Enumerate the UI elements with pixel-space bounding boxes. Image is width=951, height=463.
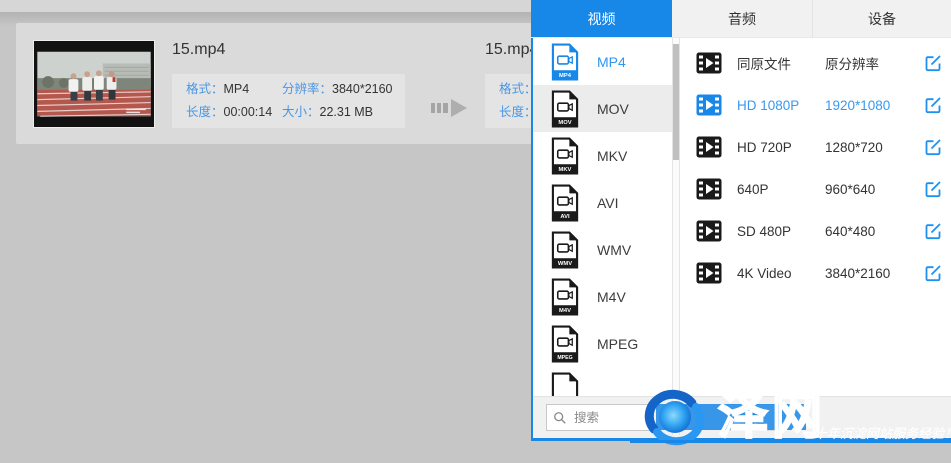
svg-text:MOV: MOV: [558, 120, 571, 126]
format-item-label: MOV: [597, 101, 629, 117]
video-thumbnail: [33, 40, 155, 128]
format-item-m4v[interactable]: M4V M4V: [533, 273, 672, 320]
source-format: 格式：MP4: [186, 78, 282, 101]
source-size: 大小：22.31 MB: [282, 101, 405, 124]
size-label: 大小：: [282, 105, 320, 119]
duration-value: 00:00:14: [224, 105, 273, 119]
film-icon: [696, 94, 722, 116]
format-item-label: AVI: [597, 195, 619, 211]
duration-label: 长度：: [186, 105, 224, 119]
resolution-value: 3840*2160: [825, 266, 917, 281]
scrollbar-thumb[interactable]: [673, 44, 679, 160]
format-item-label: M4V: [597, 289, 626, 305]
resolution-name: HD 720P: [737, 140, 825, 155]
source-resolution: 分辨率：3840*2160: [282, 78, 405, 101]
edit-icon[interactable]: [923, 137, 943, 157]
resolution-list: 同原文件 原分辨率 HD 1080P 1920*1080: [680, 38, 951, 396]
output-format-panel: 视频 音频 设备 MP4 MP4: [531, 0, 951, 441]
resolution-value: 1280*720: [825, 140, 917, 155]
tab-audio[interactable]: 音频: [672, 0, 812, 37]
svg-text:MP4: MP4: [559, 73, 572, 79]
mpeg-file-icon: MPEG: [550, 324, 580, 364]
edit-icon[interactable]: [923, 221, 943, 241]
confirm-button[interactable]: 确定: [726, 404, 778, 431]
source-file-name: 15.mp4: [172, 41, 225, 59]
search-icon: [553, 411, 567, 425]
mov-file-icon: MOV: [550, 89, 580, 129]
convert-arrow-icon: [430, 97, 470, 119]
source-file-info: 格式：MP4 分辨率：3840*2160 长度：00:00:14 大小：22.3…: [172, 74, 405, 128]
format-item-label: MP4: [597, 54, 626, 70]
svg-text:WMV: WMV: [558, 261, 572, 267]
source-duration: 长度：00:00:14: [186, 101, 282, 124]
resolution-value: 1920*1080: [825, 98, 917, 113]
tab-device[interactable]: 设备: [812, 0, 951, 37]
tab-video[interactable]: 视频: [531, 0, 672, 37]
mp4-file-icon: MP4: [550, 42, 580, 82]
resolution-option-4k[interactable]: 4K Video 3840*2160: [680, 252, 951, 294]
format-item-label: MPEG: [597, 336, 638, 352]
svg-text:MPEG: MPEG: [557, 355, 572, 361]
resolution-value: 640*480: [825, 224, 917, 239]
format-item-wmv[interactable]: WMV WMV: [533, 226, 672, 273]
resolution-name: 同原文件: [737, 53, 825, 73]
format-item-mkv[interactable]: MKV MKV: [533, 132, 672, 179]
wmv-file-icon: WMV: [550, 230, 580, 270]
svg-text:MKV: MKV: [559, 167, 572, 173]
search-input[interactable]: [572, 410, 646, 426]
format-item-mpeg[interactable]: MPEG MPEG: [533, 320, 672, 367]
resolution-option-hd720p[interactable]: HD 720P 1280*720: [680, 126, 951, 168]
format-search[interactable]: [546, 404, 654, 431]
panel-bottom-bar: 确定: [533, 396, 951, 438]
film-icon: [696, 52, 722, 74]
resolution-name: 640P: [737, 182, 825, 197]
resolution-name: HD 1080P: [737, 98, 825, 113]
resolution-name: 4K Video: [737, 266, 825, 281]
svg-text:AVI: AVI: [560, 214, 570, 220]
format-item-label: MKV: [597, 148, 627, 164]
format-item-avi[interactable]: AVI AVI: [533, 179, 672, 226]
resolution-value: 3840*2160: [332, 82, 392, 96]
film-icon: [696, 178, 722, 200]
format-list-scrollbar[interactable]: [672, 38, 680, 435]
edit-icon[interactable]: [923, 53, 943, 73]
resolution-name: SD 480P: [737, 224, 825, 239]
resolution-option-hd1080p[interactable]: HD 1080P 1920*1080: [680, 84, 951, 126]
partial-file-icon: [550, 371, 580, 397]
app-window: 15.mp4 格式：MP4 分辨率：3840*2160 长度：00:00:14 …: [0, 0, 951, 463]
format-item-partial[interactable]: [533, 367, 672, 396]
format-item-label: WMV: [597, 242, 631, 258]
resolution-option-original[interactable]: 同原文件 原分辨率: [680, 42, 951, 84]
edit-icon[interactable]: [923, 95, 943, 115]
size-value: 22.31 MB: [320, 105, 374, 119]
svg-text:M4V: M4V: [559, 308, 571, 314]
mkv-file-icon: MKV: [550, 136, 580, 176]
film-icon: [696, 136, 722, 158]
format-item-mov[interactable]: MOV MOV: [533, 85, 672, 132]
format-item-mp4[interactable]: MP4 MP4: [533, 38, 672, 85]
format-label: 格式：: [186, 82, 224, 96]
format-value: MP4: [224, 82, 250, 96]
format-tabbar: 视频 音频 设备: [531, 0, 951, 38]
m4v-file-icon: M4V: [550, 277, 580, 317]
avi-file-icon: AVI: [550, 183, 580, 223]
format-list: MP4 MP4 MOV MOV: [533, 38, 672, 396]
edit-icon[interactable]: [923, 179, 943, 199]
resolution-value: 原分辨率: [825, 53, 917, 73]
film-icon: [696, 262, 722, 284]
resolution-option-640p[interactable]: 640P 960*640: [680, 168, 951, 210]
resolution-label: 分辨率：: [282, 82, 332, 96]
resolution-option-sd480p[interactable]: SD 480P 640*480: [680, 210, 951, 252]
thumbnail-scene-students-on-track: [34, 41, 154, 127]
edit-icon[interactable]: [923, 263, 943, 283]
film-icon: [696, 220, 722, 242]
resolution-value: 960*640: [825, 182, 917, 197]
